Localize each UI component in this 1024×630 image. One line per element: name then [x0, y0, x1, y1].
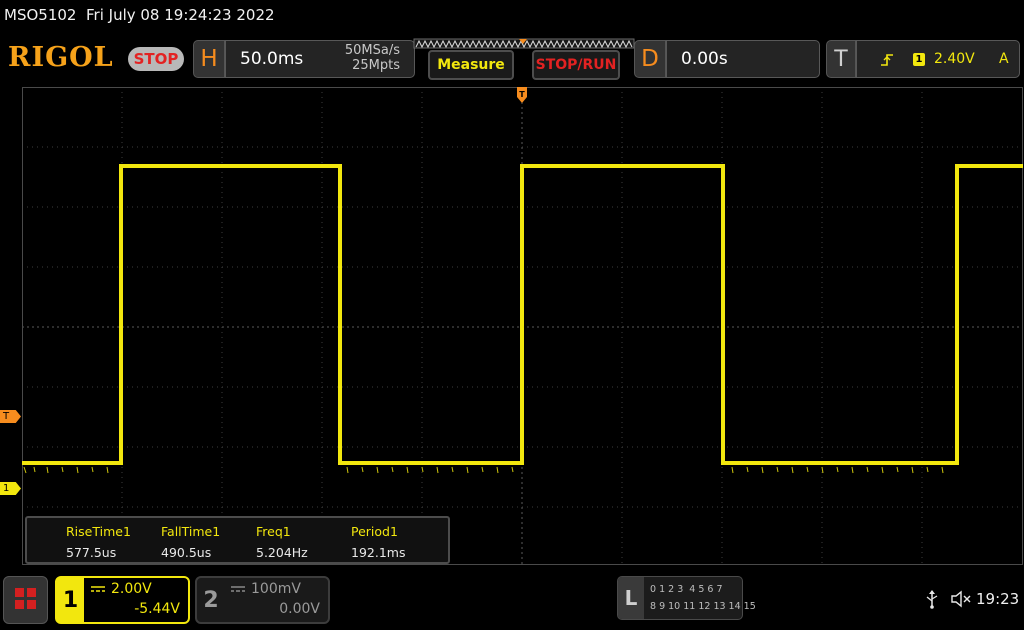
delay-panel[interactable]: 0.00s: [666, 40, 820, 78]
acquisition-info: 50MSa/s 25Mpts: [345, 43, 400, 73]
trigger-source-badge: 1: [913, 53, 925, 66]
horizontal-key[interactable]: H: [193, 40, 225, 78]
meas-header-fall: FallTime1: [161, 524, 221, 539]
ch1-ground-marker[interactable]: 1: [0, 482, 21, 495]
channel2-offset: 0.00V: [279, 601, 320, 617]
waveform-display[interactable]: T: [22, 87, 1023, 565]
speaker-muted-icon[interactable]: [950, 590, 972, 608]
run-state-badge: STOP: [128, 47, 184, 71]
memory-position-bar: [413, 38, 635, 49]
meas-value-freq: 5.204Hz: [256, 545, 308, 560]
meas-value-period: 192.1ms: [351, 545, 406, 560]
meas-value-fall: 490.5us: [161, 545, 212, 560]
model-name: MSO5102: [4, 6, 77, 24]
trigger-mode: A: [999, 51, 1009, 67]
delay-key[interactable]: D: [634, 40, 666, 78]
dc-coupling-icon: [91, 586, 105, 592]
trigger-panel[interactable]: 1 2.40V A: [856, 40, 1020, 78]
channel1-scale: 2.00V: [111, 581, 152, 597]
status-line: MSO5102 Fri July 08 19:24:23 2022: [4, 6, 275, 24]
channel1-number: 1: [57, 578, 84, 622]
channel2-panel[interactable]: 2 100mV 0.00V: [195, 576, 330, 624]
channel2-number: 2: [203, 587, 219, 613]
channel1-offset: -5.44V: [134, 601, 180, 617]
main-menu-button[interactable]: [3, 576, 48, 624]
sample-rate: 50MSa/s: [344, 43, 400, 58]
svg-text:T: T: [519, 90, 525, 99]
ch1-ground-marker-label: 1: [3, 483, 10, 494]
logic-channels-row2: 8 9 10 11 12 13 14 15: [650, 601, 756, 612]
ch1-waveform: [22, 164, 1023, 474]
horizontal-panel[interactable]: 50.0ms 50MSa/s 25Mpts: [225, 40, 415, 78]
meas-header-freq: Freq1: [256, 524, 291, 539]
channel1-panel[interactable]: 1 2.00V -5.44V: [55, 576, 190, 624]
trigger-level-marker-label: T: [3, 411, 10, 422]
timebase-value: 50.0ms: [240, 49, 304, 69]
clock-time: 19:23: [976, 590, 1020, 608]
meas-header-rise: RiseTime1: [66, 524, 131, 539]
channel2-scale: 100mV: [251, 581, 301, 597]
usb-icon: [926, 590, 938, 609]
trigger-level: 2.40V: [934, 51, 975, 67]
memory-depth: 25Mpts: [352, 58, 400, 73]
measure-button[interactable]: Measure: [428, 50, 514, 80]
brand-logo: RIGOL: [8, 42, 114, 73]
logic-label: L: [618, 577, 644, 619]
trigger-edge-icon: [881, 54, 893, 66]
delay-value: 0.00s: [681, 49, 728, 69]
logic-channels-row1: 0 1 2 3 4 5 6 7: [650, 584, 723, 595]
measurement-panel[interactable]: RiseTime1 FallTime1 Freq1 Period1 577.5u…: [25, 516, 450, 564]
menu-icon: [15, 588, 36, 609]
stop-run-button[interactable]: STOP/RUN: [532, 50, 620, 80]
trigger-level-marker[interactable]: T: [0, 410, 21, 423]
logic-analyzer-panel[interactable]: L 0 1 2 3 4 5 6 7 8 9 10 11 12 13 14 15: [617, 576, 756, 620]
meas-header-period: Period1: [351, 524, 398, 539]
meas-value-rise: 577.5us: [66, 545, 117, 560]
trigger-key[interactable]: T: [826, 40, 856, 78]
datetime: Fri July 08 19:24:23 2022: [86, 6, 275, 24]
ch2-coupling-icon: [231, 586, 245, 592]
